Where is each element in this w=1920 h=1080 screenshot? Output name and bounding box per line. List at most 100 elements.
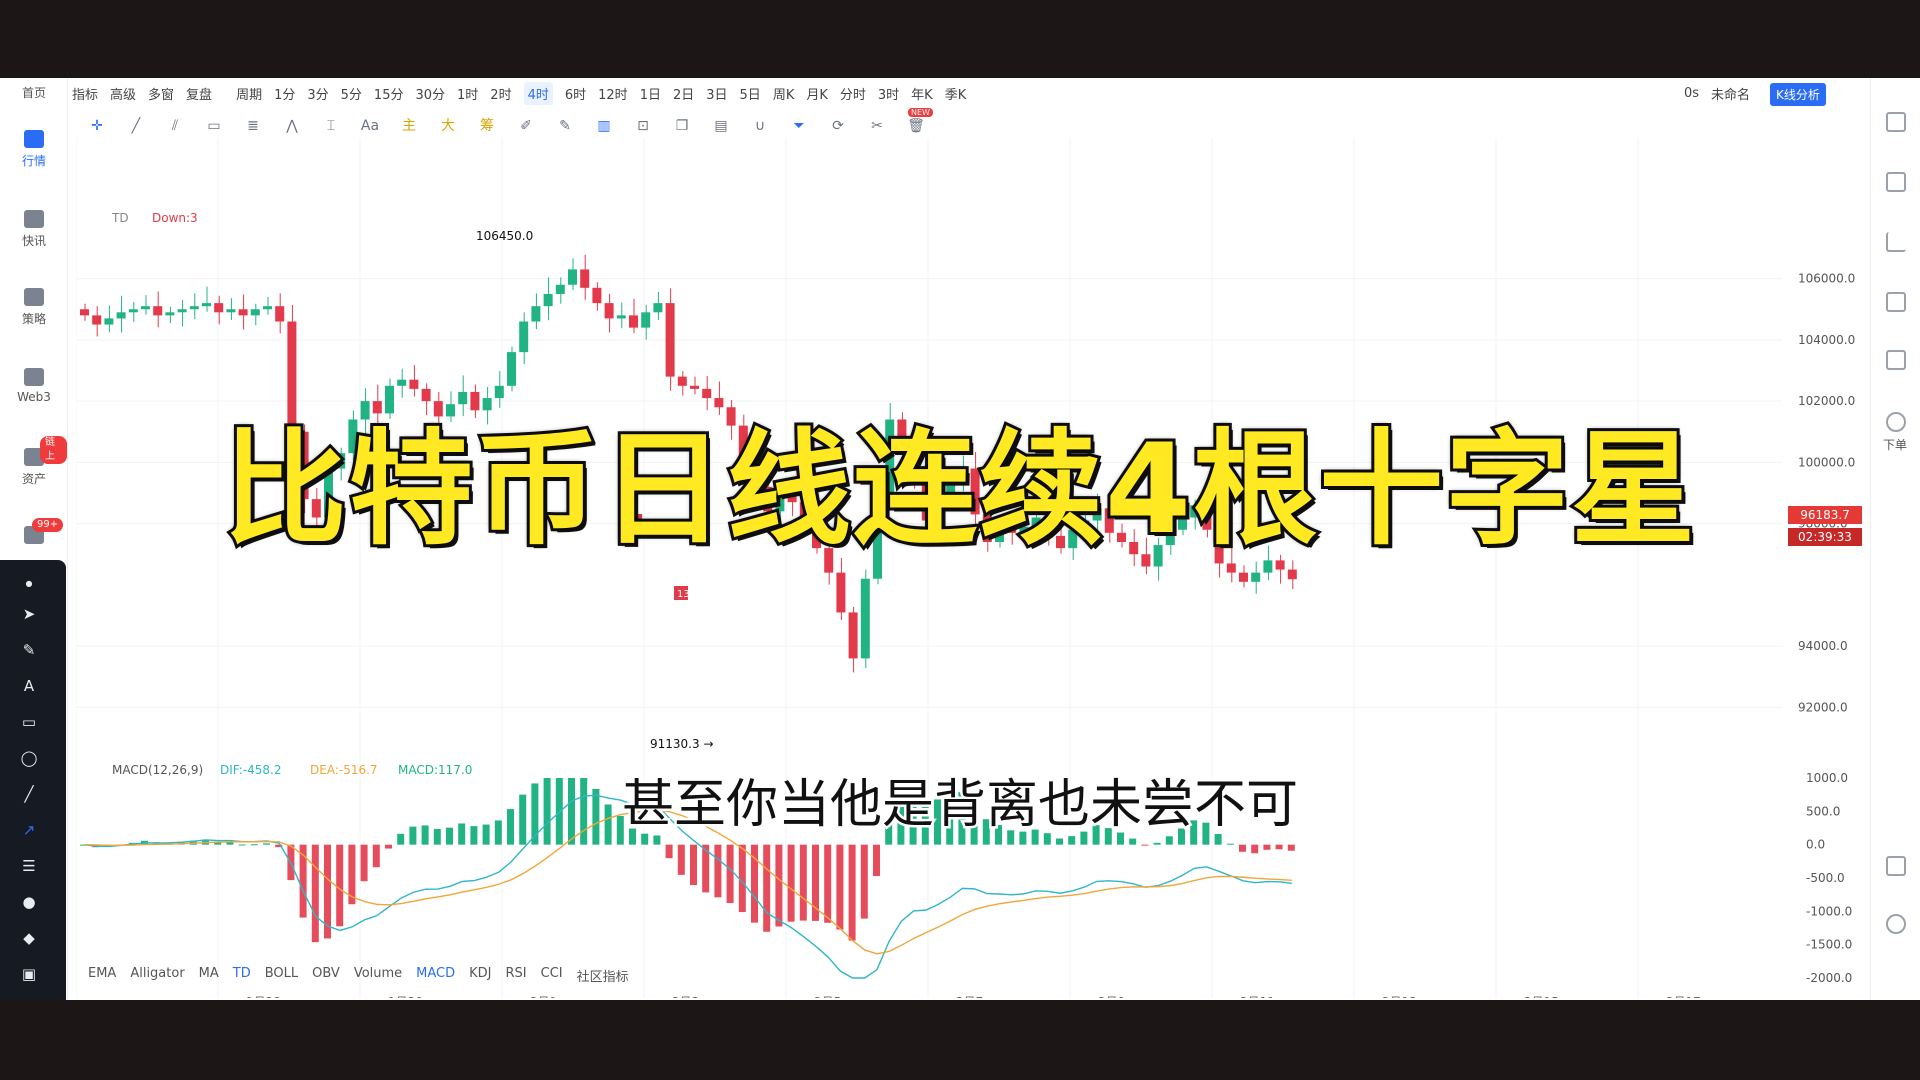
toolbar-item-14[interactable]: 6时 — [565, 84, 586, 103]
stats-icon[interactable] — [1886, 292, 1906, 312]
candle-body — [604, 303, 614, 319]
pen-icon[interactable]: ✎ — [554, 117, 576, 135]
toolbar-item-0[interactable]: 指标 — [72, 84, 98, 103]
nav-market[interactable]: 行情 — [0, 130, 68, 169]
crop-icon[interactable]: ▣ — [18, 964, 40, 984]
toolbar-item-15[interactable]: 12时 — [598, 84, 628, 103]
collapse-dot-icon[interactable]: ● — [18, 574, 40, 594]
candle-body — [555, 284, 565, 294]
toolbar-item-10[interactable]: 30分 — [415, 84, 445, 103]
indicator-tab-7[interactable]: MACD — [416, 966, 455, 985]
toolbar-item-23[interactable]: 3时 — [878, 84, 899, 103]
indicator-tab-1[interactable]: Alligator — [130, 966, 184, 985]
indicator-tab-11[interactable]: 社区指标 — [577, 966, 629, 985]
indicator-tab-5[interactable]: OBV — [312, 966, 340, 985]
rectangle-icon[interactable]: ▭ — [203, 117, 225, 135]
pattern-icon[interactable]: ⋀ — [281, 117, 303, 135]
trendline-icon[interactable]: ╱ — [125, 117, 147, 135]
toolbar-item-6[interactable]: 1分 — [274, 84, 295, 103]
toolbar-item-19[interactable]: 5日 — [740, 84, 761, 103]
toolbar-item-22[interactable]: 分时 — [840, 84, 866, 103]
toolbar-item-24[interactable]: 年K — [911, 84, 933, 103]
toolbar-item-25[interactable]: 季K — [945, 84, 967, 103]
toolbar-item-16[interactable]: 1日 — [640, 84, 661, 103]
etf-icon[interactable] — [1886, 350, 1906, 370]
parallel-lines-icon[interactable]: ⫽ — [164, 117, 186, 135]
toolbar-item-20[interactable]: 周K — [773, 84, 795, 103]
lines-tool-icon[interactable]: ☰ — [18, 856, 40, 876]
toolbar-item-7[interactable]: 3分 — [307, 84, 328, 103]
toolbar-item-5[interactable]: 周期 — [236, 84, 262, 103]
countdown-label[interactable]: 0s — [1684, 86, 1699, 101]
cursor-arrow-icon[interactable]: ➤ — [18, 604, 40, 624]
orderbook-icon[interactable] — [1886, 112, 1906, 132]
toolbar-item-12[interactable]: 2时 — [490, 84, 511, 103]
text-tool-icon[interactable]: A — [18, 676, 40, 696]
toolbar-item-1[interactable]: 高级 — [110, 84, 136, 103]
fib-lines-icon[interactable]: ≣ — [242, 117, 264, 135]
nav-strategy[interactable]: 策略 — [0, 288, 68, 327]
candle-body — [519, 321, 529, 353]
headset-icon[interactable] — [1886, 914, 1906, 934]
nav-home-label: 首页 — [21, 86, 46, 100]
macd-bar — [1251, 844, 1259, 854]
indicator-tab-2[interactable]: MA — [199, 966, 219, 985]
trash-icon[interactable]: 🗑 — [905, 117, 927, 135]
indicator-tab-4[interactable]: BOLL — [265, 966, 298, 985]
layout-name-select[interactable]: 未命名 — [1711, 84, 1750, 103]
date-tick-label: 2月3 — [672, 995, 699, 998]
drawing-tools-row: ✛ ╱ ⫽ ▭ ≣ ⋀ ⌶ Aa 主 大 筹 ✐ ✎ ▥ ⊡ ❐ ▤ ∪ ⏷ ⟳… — [86, 113, 944, 139]
toolbar-item-11[interactable]: 1时 — [457, 84, 478, 103]
new-tool-icon[interactable]: ✂ — [866, 117, 888, 135]
brush-icon[interactable]: ✎ — [18, 640, 40, 660]
candlestick-chart[interactable]: 106000.0104000.0102000.0100000.098000.09… — [76, 138, 1870, 998]
dollar-icon[interactable] — [1886, 172, 1906, 192]
macd-tick-label: -2000.0 — [1806, 971, 1852, 985]
rectangle-tool-icon[interactable]: ▭ — [18, 712, 40, 732]
toolbar-item-17[interactable]: 2日 — [673, 84, 694, 103]
toolbar-item-9[interactable]: 15分 — [374, 84, 404, 103]
measure-icon[interactable]: ⌶ — [320, 117, 342, 135]
eraser-icon[interactable]: ◆ — [18, 928, 40, 948]
kline-analysis-button[interactable]: K线分析 — [1770, 83, 1826, 106]
indicator-tab-6[interactable]: Volume — [354, 966, 402, 985]
crosshair-icon[interactable]: ✛ — [86, 117, 108, 135]
copy-icon[interactable]: ❐ — [671, 117, 693, 135]
toolbar-item-21[interactable]: 月K — [806, 84, 828, 103]
magnet-icon[interactable]: ∪ — [749, 117, 771, 135]
indicator-tab-10[interactable]: CCI — [541, 966, 563, 985]
macd-tick-label: 0.0 — [1806, 838, 1825, 852]
note-icon[interactable]: ▤ — [710, 117, 732, 135]
nav-home[interactable]: 首页 — [0, 84, 68, 101]
candle-body — [116, 312, 126, 319]
ruler-icon[interactable]: ✐ — [515, 117, 537, 135]
lock-icon[interactable]: ⊡ — [632, 117, 654, 135]
blur-drop-icon[interactable]: ● — [18, 892, 40, 912]
sync-icon[interactable]: ⟳ — [827, 117, 849, 135]
toolbar-item-8[interactable]: 5分 — [341, 84, 362, 103]
trend-icon[interactable] — [1886, 232, 1906, 252]
filter-icon[interactable]: ⏷ — [788, 117, 810, 135]
indicator-tab-0[interactable]: EMA — [88, 966, 116, 985]
candle-body — [275, 306, 285, 322]
macd-bar — [1165, 836, 1173, 845]
toolbar-item-13[interactable]: 4时 — [523, 81, 553, 105]
text-aa-icon[interactable]: Aa — [359, 117, 381, 135]
toolbar-item-18[interactable]: 3日 — [706, 84, 727, 103]
video-letterbox-bottom — [0, 1000, 1920, 1080]
indicator-tab-9[interactable]: RSI — [506, 966, 527, 985]
main-force-icon[interactable]: 主 — [398, 117, 420, 135]
indicator-tab-8[interactable]: KDJ — [469, 966, 491, 985]
toolbar-item-3[interactable]: 复盘 — [186, 84, 212, 103]
big-order-icon[interactable]: 大 — [437, 117, 459, 135]
candle-body — [629, 315, 638, 328]
macd-bar — [665, 844, 673, 859]
layout-icon[interactable] — [1886, 856, 1906, 876]
nav-news[interactable]: 快讯 — [0, 210, 68, 249]
chip-icon[interactable]: 筹 — [476, 117, 498, 135]
indicator-tab-3[interactable]: TD — [233, 966, 251, 985]
candles-icon[interactable]: ▥ — [593, 117, 615, 135]
date-tick-label: 2月5 — [814, 995, 841, 998]
toolbar-item-2[interactable]: 多窗 — [148, 84, 174, 103]
date-tick-label: 2月15 — [1524, 995, 1559, 998]
